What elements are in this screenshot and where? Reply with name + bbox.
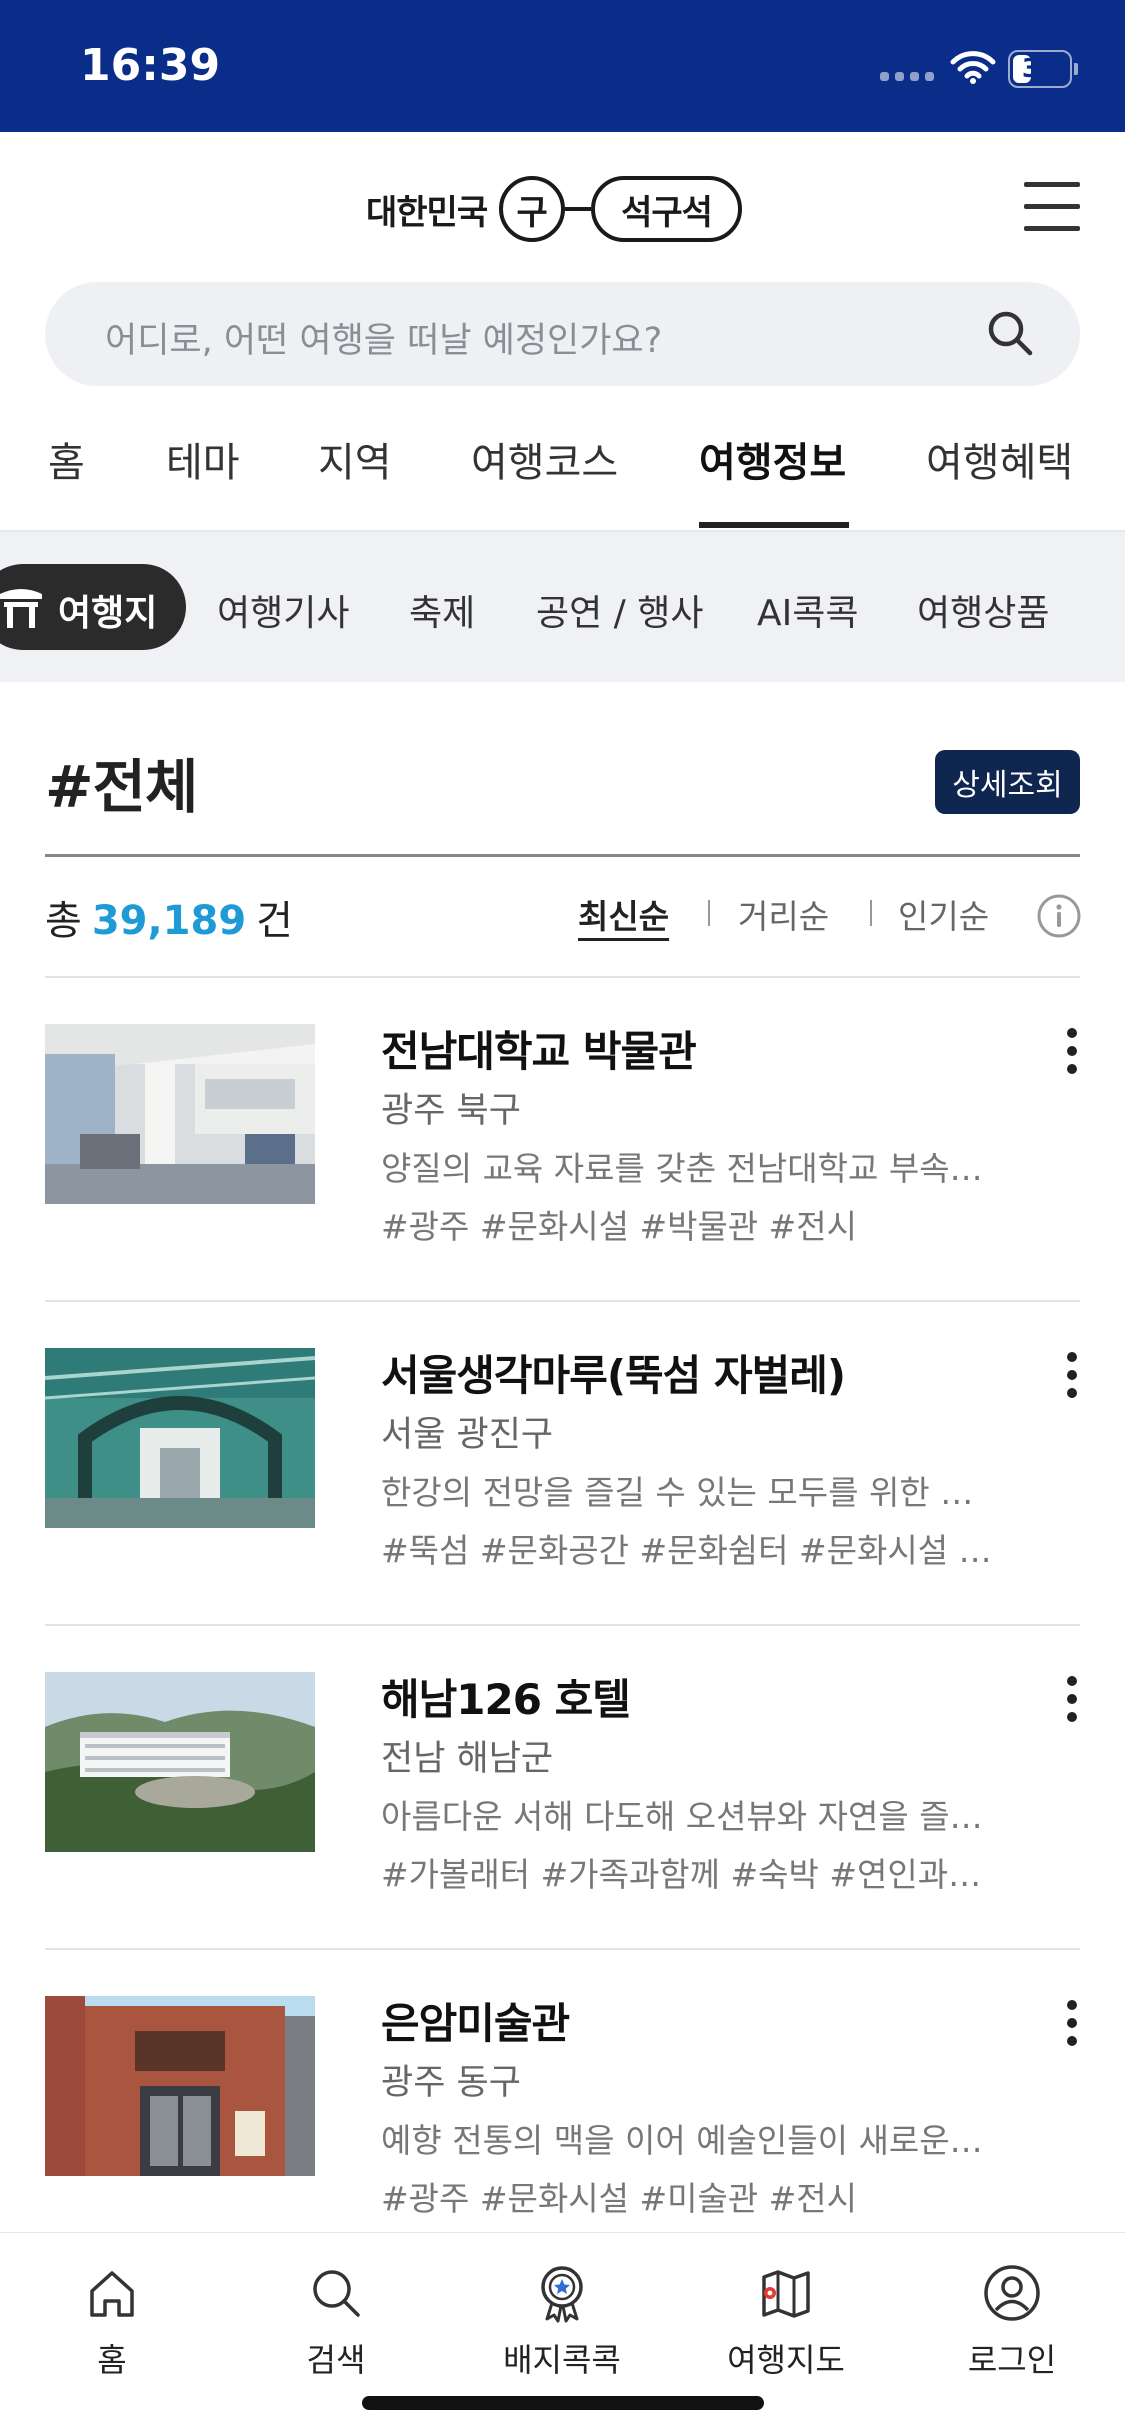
section-divider xyxy=(45,854,1080,857)
hotel-aerial-thumbnail[interactable] xyxy=(45,1672,315,1852)
subtab-destination[interactable]: 여행지 xyxy=(0,564,186,650)
sort-distance[interactable]: 거리순 xyxy=(738,890,829,938)
tab-region[interactable]: 지역 xyxy=(318,430,392,488)
item-title[interactable]: 해남126 호텔 xyxy=(381,1666,631,1727)
main-tabs: 홈 테마 지역 여행코스 여행정보 여행혜택 xyxy=(0,420,1125,532)
more-options-icon[interactable] xyxy=(1065,1676,1079,1722)
item-tags: #뚝섬 #문화공간 #문화쉼터 #문화시설 … xyxy=(381,1531,992,1570)
subtab-travel-article[interactable]: 여행기사 xyxy=(217,584,349,636)
search-input[interactable]: 어디로, 어떤 여행을 떠날 예정인가요? xyxy=(45,282,1080,386)
search-placeholder: 어디로, 어떤 여행을 떠날 예정인가요? xyxy=(105,321,663,361)
detail-search-button[interactable]: 상세조회 xyxy=(935,750,1080,814)
home-indicator[interactable] xyxy=(362,2396,764,2410)
nav-home-label: 홈 xyxy=(97,2341,127,2379)
more-options-icon[interactable] xyxy=(1065,1028,1079,1074)
sort-separator xyxy=(870,900,872,926)
subtab-festival[interactable]: 축제 xyxy=(409,584,475,636)
subcategory-bar: 여행지 여행기사 축제 공연 / 행사 AI콕콕 여행상품 xyxy=(0,532,1125,682)
wifi-icon xyxy=(950,51,996,84)
badge-icon xyxy=(541,2266,583,2323)
user-icon xyxy=(984,2265,1040,2321)
subtab-travel-product[interactable]: 여행상품 xyxy=(917,584,1049,636)
search-icon[interactable] xyxy=(985,308,1035,358)
tab-travel-course[interactable]: 여행코스 xyxy=(471,430,618,488)
sort-options: 최신순 거리순 인기순 xyxy=(578,890,1008,940)
item-description: 아름다운 서해 다도해 오션뷰와 자연을 즐기… xyxy=(381,1797,991,1836)
hamburger-menu-icon[interactable] xyxy=(1024,180,1080,232)
item-title[interactable]: 전남대학교 박물관 xyxy=(381,1018,697,1079)
subtab-destination-label: 여행지 xyxy=(58,593,158,634)
nav-login-label: 로그인 xyxy=(967,2341,1057,2379)
gallery-facade-thumbnail[interactable] xyxy=(45,1996,315,2176)
list-item[interactable]: 전남대학교 박물관 광주 북구 양질의 교육 자료를 갖춘 전남대학교 부속 …… xyxy=(45,978,1080,1302)
info-icon[interactable] xyxy=(1036,893,1082,939)
gate-icon xyxy=(0,589,42,628)
total-prefix: 총 xyxy=(45,898,82,944)
item-description: 예향 전통의 맥을 이어 예술인들이 새로운 … xyxy=(381,2121,991,2160)
section-title: #전체 xyxy=(45,753,198,821)
subtab-performance-event[interactable]: 공연 / 행사 xyxy=(536,584,704,636)
nav-badge[interactable]: 배지콕콕 xyxy=(462,2263,662,2393)
active-tab-indicator xyxy=(699,522,849,528)
museum-hall-thumbnail[interactable] xyxy=(45,1024,315,1204)
tab-home[interactable]: 홈 xyxy=(48,430,85,488)
map-icon xyxy=(762,2270,810,2318)
logo-circle: 구 xyxy=(499,176,566,242)
sort-latest[interactable]: 최신순 xyxy=(578,890,669,938)
logo-prefix: 대한민국 xyxy=(366,192,488,233)
subtab-ai-kokkok[interactable]: AI콕콕 xyxy=(757,584,858,636)
nav-travel-map[interactable]: 여행지도 xyxy=(686,2263,886,2393)
list-item[interactable]: 해남126 호텔 전남 해남군 아름다운 서해 다도해 오션뷰와 자연을 즐기…… xyxy=(45,1626,1080,1950)
item-title[interactable]: 서울생각마루(뚝섬 자벌레) xyxy=(381,1342,846,1403)
app-header: 대한민국 구 석구석 xyxy=(0,132,1125,282)
total-suffix: 건 xyxy=(256,898,293,944)
nav-home[interactable]: 홈 xyxy=(12,2263,212,2393)
tab-travel-benefits[interactable]: 여행혜택 xyxy=(926,430,1073,488)
sort-separator xyxy=(708,900,710,926)
battery-icon: 31 xyxy=(1008,50,1078,88)
item-tags: #광주 #문화시설 #박물관 #전시 xyxy=(381,1207,858,1246)
search-icon xyxy=(313,2270,360,2317)
tab-theme[interactable]: 테마 xyxy=(166,430,240,488)
nav-search[interactable]: 검색 xyxy=(236,2263,436,2393)
more-options-icon[interactable] xyxy=(1065,1352,1079,1398)
list-item[interactable]: 은암미술관 광주 동구 예향 전통의 맥을 이어 예술인들이 새로운 … #광주… xyxy=(45,1950,1080,2274)
home-icon xyxy=(90,2271,134,2317)
brand-logo[interactable]: 대한민국 구 석구석 xyxy=(366,176,742,242)
list-item[interactable]: 서울생각마루(뚝섬 자벌레) 서울 광진구 한강의 전망을 즐길 수 있는 모두… xyxy=(45,1302,1080,1626)
logo-connector xyxy=(565,207,592,211)
more-options-icon[interactable] xyxy=(1065,2000,1079,2046)
item-region: 서울 광진구 xyxy=(381,1415,554,1455)
status-bar: 16:39 31 xyxy=(0,0,1125,132)
status-time: 16:39 xyxy=(80,40,221,91)
tab-travel-info[interactable]: 여행정보 xyxy=(699,430,846,488)
logo-pill: 석구석 xyxy=(591,176,742,242)
item-tags: #광주 #문화시설 #미술관 #전시 xyxy=(381,2179,858,2218)
item-region: 전남 해남군 xyxy=(381,1739,554,1779)
battery-percent: 31 xyxy=(1021,54,1059,84)
nav-login[interactable]: 로그인 xyxy=(912,2263,1112,2393)
glass-tunnel-thumbnail[interactable] xyxy=(45,1348,315,1528)
total-count-row: 총 39,189 건 xyxy=(45,888,293,946)
item-region: 광주 동구 xyxy=(381,2063,521,2103)
nav-search-label: 검색 xyxy=(306,2341,366,2379)
item-description: 양질의 교육 자료를 갖춘 전남대학교 부속 … xyxy=(381,1149,991,1188)
app-screen: 16:39 31 대한민국 구 석구석 어디로, 어떤 여행을 떠날 예정인가요… xyxy=(0,0,1125,2436)
item-title[interactable]: 은암미술관 xyxy=(381,1990,570,2051)
item-description: 한강의 전망을 즐길 수 있는 모두를 위한 문… xyxy=(381,1473,991,1512)
cellular-signal-icon xyxy=(880,72,934,81)
nav-badge-label: 배지콕콕 xyxy=(503,2341,621,2379)
total-count: 39,189 xyxy=(91,898,247,944)
item-region: 광주 북구 xyxy=(381,1091,521,1131)
item-tags: #가볼래터 #가족과함께 #숙박 #연인과… xyxy=(381,1855,982,1894)
nav-travel-map-label: 여행지도 xyxy=(727,2341,845,2379)
sort-popular[interactable]: 인기순 xyxy=(898,890,989,938)
